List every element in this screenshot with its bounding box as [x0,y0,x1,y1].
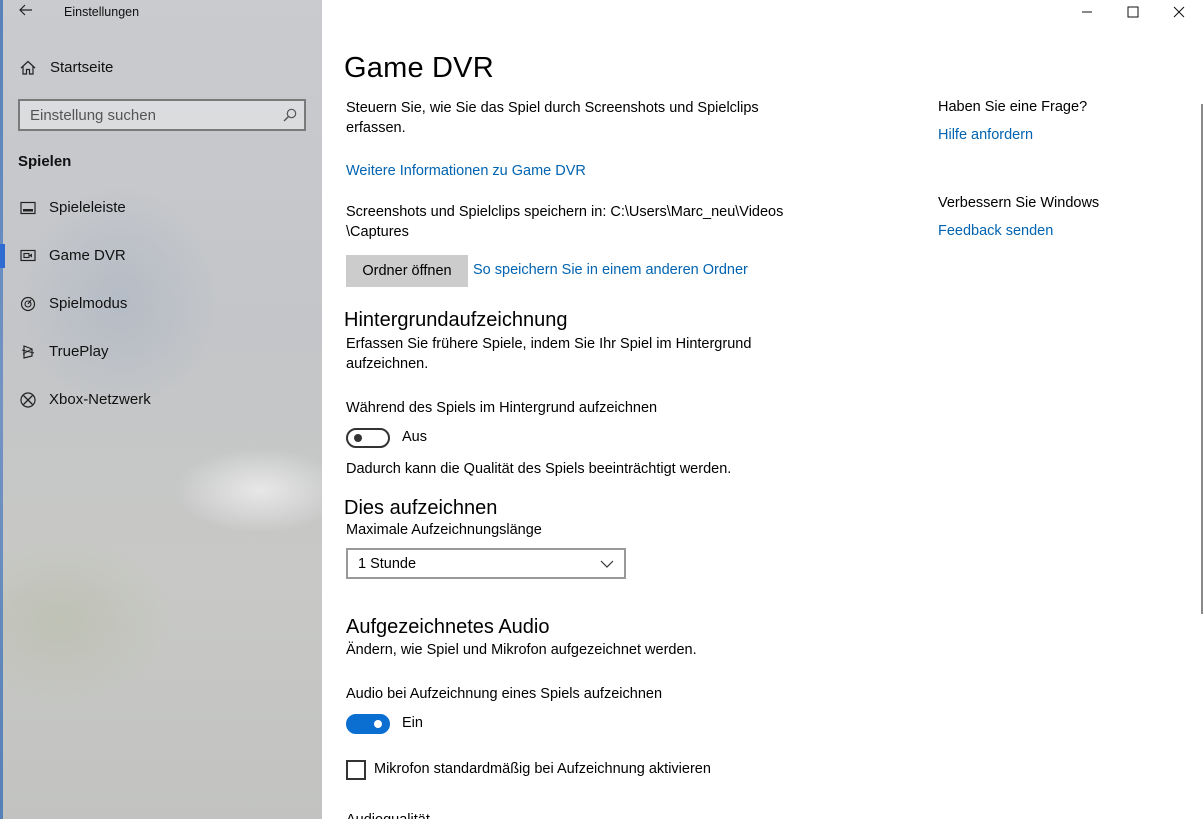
search-box [18,99,306,131]
sidebar-item-home[interactable]: Startseite [0,48,322,88]
app-title: Einstellungen [64,5,140,19]
background-recording-note: Dadurch kann die Qualität des Spiels bee… [346,461,732,477]
audio-toggle-state: Ein [402,715,423,731]
close-button[interactable] [1156,0,1202,26]
more-info-link[interactable]: Weitere Informationen zu Game DVR [346,163,586,179]
sidebar-item-label: Startseite [50,59,114,76]
other-folder-link[interactable]: So speichern Sie in einem anderen Ordner [473,262,748,278]
toggle-knob [374,720,382,728]
sidebar: Einstellungen Startseite Spielen Spielel… [0,0,322,819]
help-link[interactable]: Hilfe anfordern [938,127,1033,143]
background-recording-desc: Erfassen Sie frühere Spiele, indem Sie I… [346,336,752,372]
sidebar-item-label: TruePlay [49,343,109,360]
sidebar-group-title: Spielen [18,153,72,170]
search-icon[interactable] [282,107,298,123]
save-path-line2: \Captures [346,224,409,240]
recorded-audio-desc: Ändern, wie Spiel und Mikrofon aufgezeic… [346,642,697,658]
improve-windows-heading: Verbessern Sie Windows [938,195,1100,211]
background-recording-toggle-label: Während des Spiels im Hintergrund aufzei… [346,400,658,416]
sidebar-item-label: Game DVR [49,247,126,264]
sidebar-item-label: Xbox-Netzwerk [49,391,151,408]
max-length-label: Maximale Aufzeichnungslänge [346,522,542,538]
max-length-dropdown[interactable]: 1 Stunde [346,548,626,579]
intro-text: Steuern Sie, wie Sie das Spiel durch Scr… [346,100,759,136]
sidebar-item-spielmodus[interactable]: Spielmodus [0,284,322,324]
mic-default-checkbox[interactable] [346,760,366,780]
sidebar-item-label: Spielmodus [49,295,128,312]
game-mode-icon [18,294,38,314]
record-this-heading: Dies aufzeichnen [344,497,498,519]
game-dvr-icon [18,246,38,266]
back-arrow-icon[interactable] [18,2,38,22]
page-title: Game DVR [344,52,494,84]
scrollbar[interactable] [1201,104,1203,614]
trueplay-icon [18,342,38,362]
game-bar-icon [18,198,38,218]
maximize-button[interactable] [1110,0,1156,26]
mic-default-checkbox-label: Mikrofon standardmäßig bei Aufzeichnung … [374,761,711,777]
audio-toggle-label: Audio bei Aufzeichnung eines Spiels aufz… [346,686,663,702]
toggle-knob [354,434,362,442]
xbox-icon [18,390,38,410]
background-recording-heading: Hintergrundaufzeichnung [344,309,568,331]
sidebar-item-trueplay[interactable]: TruePlay [0,332,322,372]
background-recording-toggle-state: Aus [402,429,427,445]
sidebar-item-game-dvr[interactable]: Game DVR [0,236,322,276]
sidebar-item-label: Spieleleiste [49,199,126,216]
home-icon [18,58,38,78]
sidebar-item-xbox-netzwerk[interactable]: Xbox-Netzwerk [0,380,322,420]
search-input[interactable] [20,101,280,129]
save-path-line1: Screenshots und Spielclips speichern in:… [346,204,784,220]
main-content: Game DVR Steuern Sie, wie Sie das Spiel … [322,0,1204,819]
minimize-button[interactable] [1064,0,1110,26]
sidebar-item-spieleleiste[interactable]: Spieleleiste [0,188,322,228]
audio-quality-label: Audioqualität [346,810,430,819]
background-recording-toggle[interactable] [346,428,390,448]
question-heading: Haben Sie eine Frage? [938,99,1088,115]
audio-toggle[interactable] [346,714,390,734]
recorded-audio-heading: Aufgezeichnetes Audio [346,616,550,638]
feedback-link[interactable]: Feedback senden [938,223,1053,239]
open-folder-button[interactable]: Ordner öffnen [346,255,468,287]
max-length-value: 1 Stunde [358,556,417,572]
